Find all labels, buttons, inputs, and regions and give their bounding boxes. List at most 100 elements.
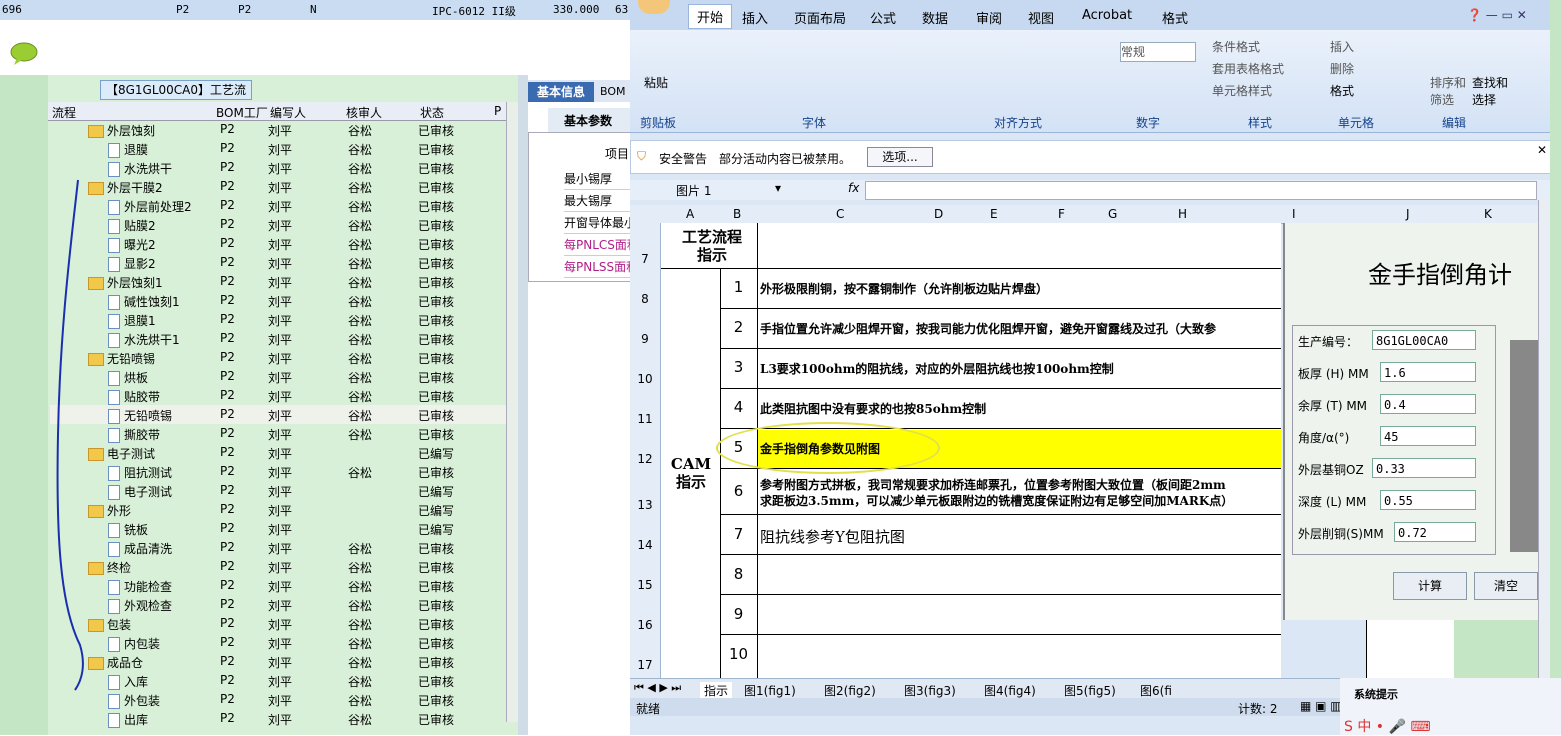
item-number[interactable]: 7 [720,525,757,543]
clear-button[interactable]: 清空 [1474,572,1538,600]
ribbon-tab[interactable]: 页面布局 [794,8,846,27]
column-header[interactable]: K [1484,207,1492,221]
field-input[interactable]: 0.72 [1394,522,1476,542]
column-header[interactable]: C [836,207,844,221]
item-text[interactable]: L3要求100ohm的阻抗线，对应的外层阻抗线也按100ohm控制 [760,360,1280,377]
tree-row[interactable]: 外层蚀刻1 P2 刘平 谷松 已审核 [50,272,516,291]
item-number[interactable]: 2 [720,318,757,336]
row-header[interactable]: 16 [630,618,660,632]
column-header[interactable]: G [1108,207,1117,221]
name-box[interactable]: 图片 1 [676,182,711,199]
ribbon-tab[interactable]: 视图 [1028,8,1054,27]
tree-row[interactable]: 贴膜2 P2 刘平 谷松 已审核 [50,215,516,234]
tab-bom[interactable]: BOM [600,85,626,98]
column-header[interactable]: H [1178,207,1187,221]
field-input[interactable]: 1.6 [1380,362,1476,382]
item-number[interactable]: 1 [720,278,757,296]
item-number[interactable]: 3 [720,358,757,376]
tree-row[interactable]: 碱性蚀刻1 P2 刘平 谷松 已审核 [50,291,516,310]
tree-row[interactable]: 阻抗测试 P2 刘平 谷松 已审核 [50,462,516,481]
row-header[interactable]: 8 [630,292,660,306]
tree-row[interactable]: 成品仓 P2 刘平 谷松 已审核 [50,652,516,671]
row-header[interactable]: 17 [630,658,660,672]
subtab-basic-params[interactable]: 基本参数 [548,108,632,132]
column-header[interactable]: J [1406,207,1410,221]
cell-style-button[interactable]: 单元格样式 [1212,82,1272,99]
row-header[interactable]: 10 [630,372,660,386]
column-header[interactable]: D [934,207,943,221]
row-header[interactable]: 13 [630,498,660,512]
chat-icon[interactable] [8,42,40,66]
tree-row[interactable]: 电子测试 P2 刘平 已编写 [50,481,516,500]
tree-row[interactable]: 外层干膜2 P2 刘平 谷松 已审核 [50,177,516,196]
column-header[interactable]: E [990,207,998,221]
tree-row[interactable]: 铣板 P2 刘平 已编写 [50,519,516,538]
tree-row[interactable]: 终检 P2 刘平 谷松 已审核 [50,557,516,576]
view-buttons-icon[interactable]: ▦ ▣ ▥ [1300,699,1342,713]
ribbon-tab[interactable]: 开始 [688,4,733,29]
field-input[interactable]: 0.4 [1380,394,1476,414]
tree-row[interactable]: 外层蚀刻 P2 刘平 谷松 已审核 [50,120,516,139]
field-input[interactable]: 0.55 [1380,490,1476,510]
cell-a7[interactable]: 工艺流程指示 [676,228,748,264]
tree-row[interactable]: 无铅喷锡 P2 刘平 谷松 已审核 [50,348,516,367]
tree-row[interactable]: 外观检查 P2 刘平 谷松 已审核 [50,595,516,614]
delete-button[interactable]: 删除 [1330,60,1354,77]
col-writer[interactable]: 编写人 [270,104,306,121]
row-header[interactable]: 7 [630,252,660,266]
row-header[interactable]: 11 [630,412,660,426]
item-text[interactable]: 阻抗线参考Y包阻抗图 [760,526,1280,547]
number-format-select[interactable]: 常规 [1120,42,1196,62]
item-text[interactable]: 求距板边3.5mm，可以减少单元板跟附边的铣槽宽度保证附边有足够空间加MARK点… [760,492,1280,509]
item-number[interactable]: 4 [720,398,757,416]
tree-row[interactable]: 撕胶带 P2 刘平 谷松 已审核 [50,424,516,443]
param-row[interactable]: 每PNLCS面积 [564,236,632,256]
field-input[interactable]: 0.33 [1372,458,1476,478]
insert-button[interactable]: 插入 [1330,38,1354,55]
tree-row[interactable]: 入库 P2 刘平 谷松 已审核 [50,671,516,690]
tree-row[interactable]: 内包装 P2 刘平 谷松 已审核 [50,633,516,652]
field-input[interactable]: 45 [1380,426,1476,446]
tab-nav-icon[interactable]: ⏮ ◀ ▶ ⏭ [634,681,681,695]
item-number[interactable]: 9 [720,605,757,623]
item-text[interactable]: 参考附图方式拼板，我司常规要求加桥连邮票孔，位置参考附图大致位置（板间距2mm [760,476,1280,493]
system-notice[interactable]: 系统提示 [1354,686,1398,702]
param-row[interactable]: 每PNLSS面积 [564,258,632,278]
tree-row[interactable]: 贴胶带 P2 刘平 谷松 已审核 [50,386,516,405]
tree-row[interactable]: 退膜1 P2 刘平 谷松 已审核 [50,310,516,329]
col-status[interactable]: 状态 [420,104,444,121]
calculate-button[interactable]: 计算 [1393,572,1467,600]
find-select-button[interactable]: 查找和 选择 [1472,74,1512,108]
sheet-tab[interactable]: 图4(fig4) [984,682,1036,699]
tree-row[interactable]: 出库 P2 刘平 谷松 已审核 [50,709,516,728]
tree-row[interactable]: 功能检查 P2 刘平 谷松 已审核 [50,576,516,595]
sheet-tab[interactable]: 图5(fig5) [1064,682,1116,699]
paste-button[interactable]: 粘贴 [644,74,668,91]
item-text[interactable]: 外形极限削铜，按不露铜制作（允许削板边贴片焊盘） [760,280,1280,297]
item-number[interactable]: 8 [720,565,757,583]
tree-row[interactable]: 显影2 P2 刘平 谷松 已审核 [50,253,516,272]
column-header[interactable]: I [1292,207,1296,221]
sheet-tab[interactable]: 图2(fig2) [824,682,876,699]
field-input[interactable]: 8G1GL00CA0 [1372,330,1476,350]
tree-row[interactable]: 包装 P2 刘平 谷松 已审核 [50,614,516,633]
cell-cam[interactable]: CAM指示 [666,455,716,491]
close-icon[interactable]: ✕ [1537,143,1547,157]
fx-icon[interactable]: fx [848,181,859,195]
row-header[interactable]: 12 [630,452,660,466]
options-button[interactable]: 选项... [867,147,933,167]
sheet-tab[interactable]: 图1(fig1) [744,682,796,699]
ribbon-tab[interactable]: 审阅 [976,8,1002,27]
ribbon-tab[interactable]: 数据 [922,8,948,27]
formula-input[interactable] [865,181,1537,200]
tree-row[interactable]: 退膜 P2 刘平 谷松 已审核 [50,139,516,158]
column-header[interactable]: F [1058,207,1065,221]
item-number[interactable]: 10 [720,645,757,663]
ribbon-tab[interactable]: 插入 [742,8,768,27]
sheet-tab[interactable]: 图3(fig3) [904,682,956,699]
ime-icon[interactable]: S 中 • 🎤 ⌨ [1344,716,1431,736]
chevron-down-icon[interactable]: ▾ [775,181,781,195]
tree-row[interactable]: 水洗烘干1 P2 刘平 谷松 已审核 [50,329,516,348]
tab-basic-info[interactable]: 基本信息 [528,82,594,102]
ribbon-tab[interactable]: 公式 [870,8,896,27]
